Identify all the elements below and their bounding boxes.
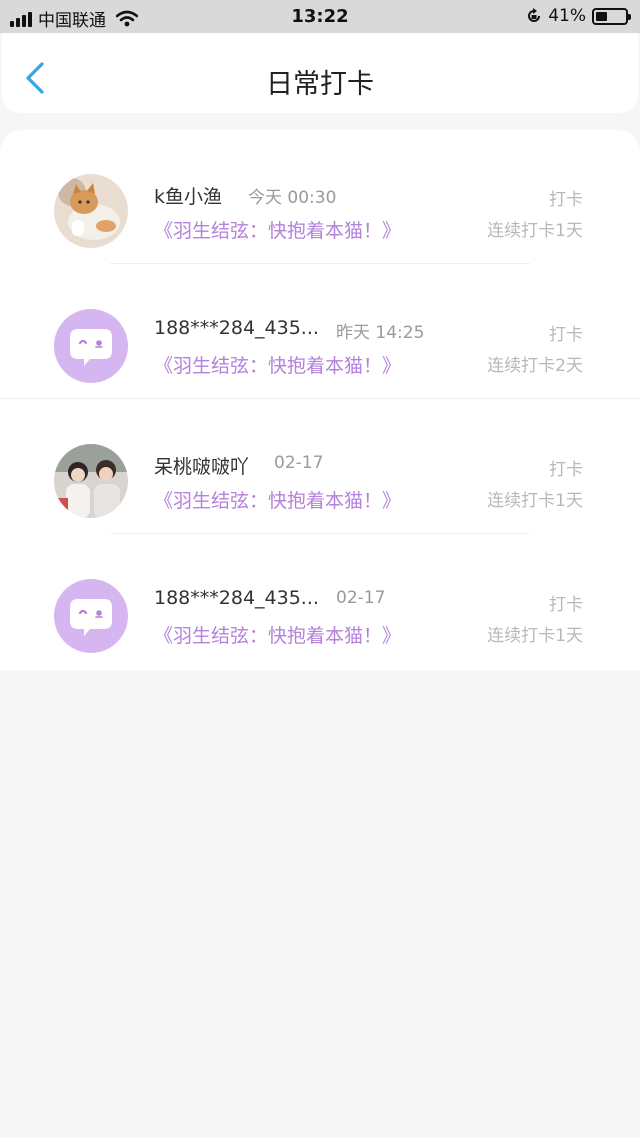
people-photo-avatar xyxy=(54,444,128,518)
rotation-lock-icon xyxy=(528,8,541,22)
list-item[interactable]: 188***284_435... 昨天 14:25 《羽生结弦：快抱着本猫！》 … xyxy=(0,265,640,399)
list-item[interactable]: k鱼小渔 今天 00:30 《羽生结弦：快抱着本猫！》 打卡 连续打卡1天 xyxy=(0,130,640,264)
cat-photo-avatar xyxy=(54,174,128,248)
avatar[interactable] xyxy=(54,309,128,383)
nav-header: 日常打卡 xyxy=(2,33,638,113)
checkin-label: 打卡 xyxy=(549,460,583,480)
streak-label: 连续打卡1天 xyxy=(487,626,583,646)
status-right: 41% xyxy=(526,6,631,26)
book-title[interactable]: 《羽生结弦：快抱着本猫！》 xyxy=(154,351,401,378)
checkin-label: 打卡 xyxy=(549,325,583,345)
user-name: k鱼小渔 xyxy=(154,186,223,208)
checkin-label: 打卡 xyxy=(549,595,583,615)
user-name: 188***284_435... xyxy=(154,317,319,339)
checkin-label: 打卡 xyxy=(549,190,583,210)
status-bar: 中国联通 13:22 41% xyxy=(0,0,640,33)
streak-label: 连续打卡1天 xyxy=(487,491,583,511)
streak-label: 连续打卡2天 xyxy=(487,356,583,376)
divider xyxy=(110,263,530,264)
avatar[interactable] xyxy=(54,579,128,653)
list-item[interactable]: 188***284_435... 02-17 《羽生结弦：快抱着本猫！》 打卡 … xyxy=(0,535,640,669)
post-time: 02-17 xyxy=(336,588,386,608)
avatar[interactable] xyxy=(54,444,128,518)
post-time: 02-17 xyxy=(274,453,324,473)
default-chat-avatar xyxy=(70,599,112,636)
battery-level xyxy=(596,11,608,21)
page-title: 日常打卡 xyxy=(266,69,374,100)
post-time: 昨天 14:25 xyxy=(336,323,425,343)
user-name: 188***284_435... xyxy=(154,587,319,609)
book-title[interactable]: 《羽生结弦：快抱着本猫！》 xyxy=(154,216,401,243)
book-title[interactable]: 《羽生结弦：快抱着本猫！》 xyxy=(154,486,401,513)
checkin-list: k鱼小渔 今天 00:30 《羽生结弦：快抱着本猫！》 打卡 连续打卡1天 18… xyxy=(0,130,640,670)
avatar[interactable] xyxy=(54,174,128,248)
book-title[interactable]: 《羽生结弦：快抱着本猫！》 xyxy=(154,621,401,648)
user-name: 呆桃啵啵吖 xyxy=(154,456,250,478)
battery-icon xyxy=(592,7,631,25)
post-time: 今天 00:30 xyxy=(248,188,337,208)
divider xyxy=(0,398,640,399)
list-item[interactable]: 呆桃啵啵吖 02-17 《羽生结弦：快抱着本猫！》 打卡 连续打卡1天 xyxy=(0,400,640,534)
streak-label: 连续打卡1天 xyxy=(487,221,583,241)
battery-percent: 41% xyxy=(548,6,586,26)
divider xyxy=(110,533,530,534)
default-chat-avatar xyxy=(70,329,112,366)
